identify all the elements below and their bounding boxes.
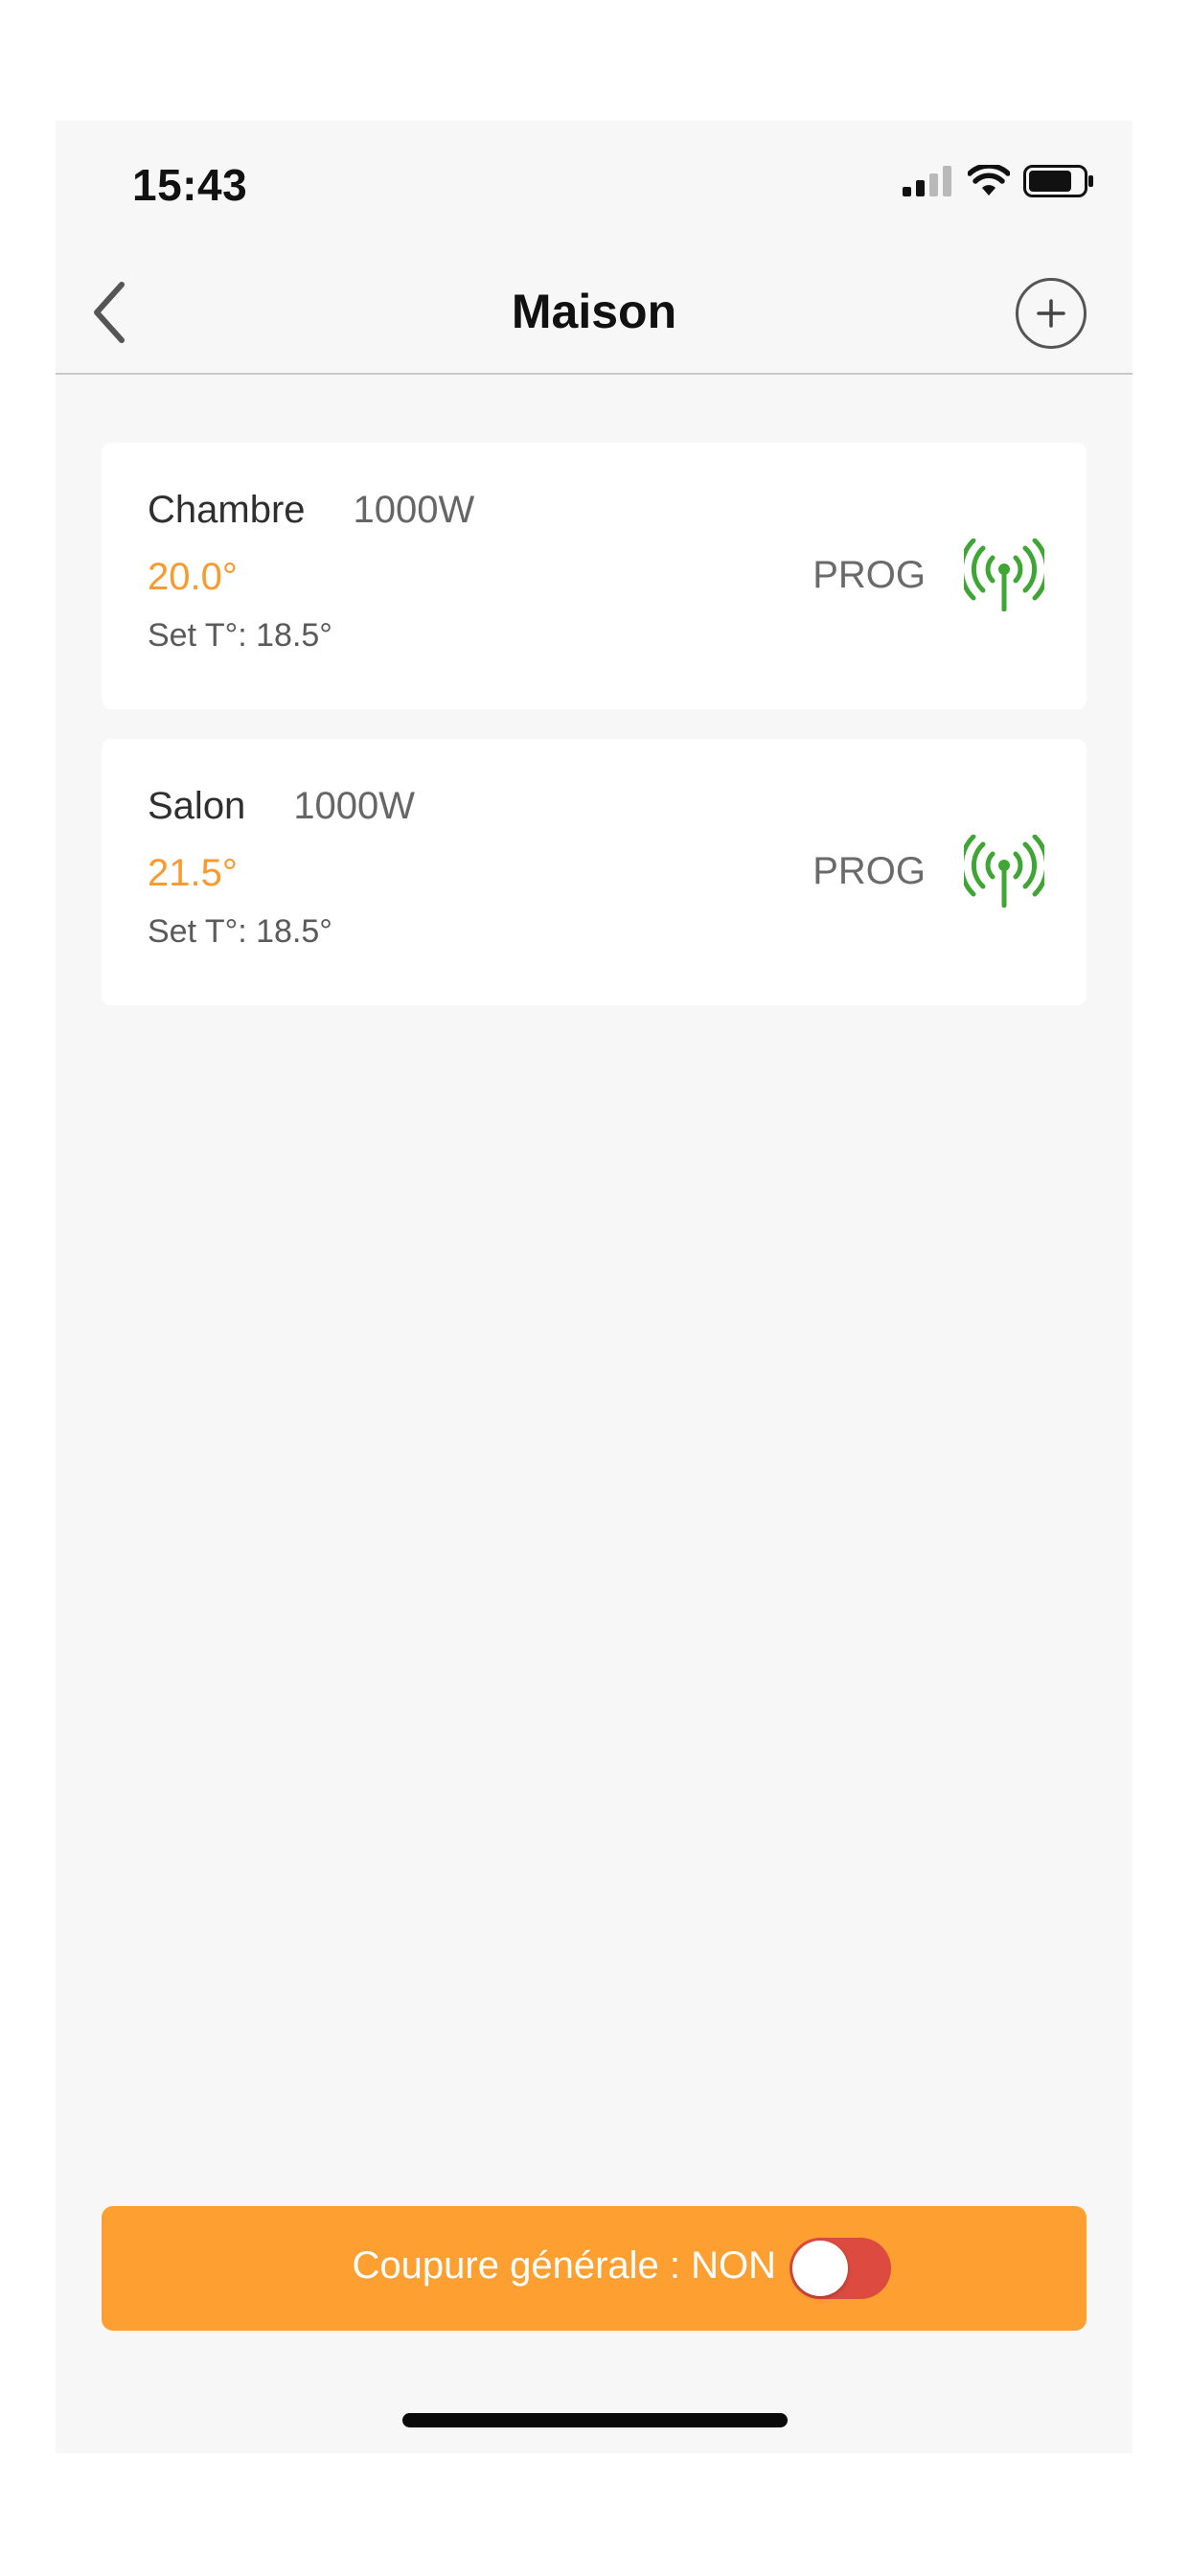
status-icons [903, 165, 1094, 197]
home-indicator[interactable] [402, 2413, 788, 2427]
navigation-bar: Maison [56, 255, 1133, 375]
master-switch-label: Coupure générale : NON [352, 2244, 776, 2287]
room-card-chambre[interactable]: Chambre 1000W 20.0° Set T°: 18.5° PROG [102, 443, 1087, 709]
room-name: Salon [148, 785, 246, 827]
master-switch-toggle[interactable] [790, 2238, 891, 2299]
antenna-signal-icon [964, 835, 1044, 908]
room-temperature: 20.0° [148, 556, 238, 598]
add-button[interactable] [1016, 278, 1087, 349]
cellular-signal-icon [903, 166, 951, 196]
room-set-temperature: Set T°: 18.5° [148, 913, 332, 950]
battery-icon [1023, 165, 1093, 197]
room-power: 1000W [293, 785, 416, 827]
room-power: 1000W [353, 489, 475, 531]
room-card-salon[interactable]: Salon 1000W 21.5° Set T°: 18.5° PROG [102, 739, 1087, 1005]
room-temperature: 21.5° [148, 852, 238, 894]
room-mode: PROG [812, 554, 926, 596]
toggle-knob [792, 2241, 848, 2296]
wifi-icon [968, 165, 1010, 196]
app-screen: 15:43 Maison Chambre 1000W 20.0° Set T°:… [56, 121, 1133, 2453]
room-name: Chambre [148, 489, 306, 531]
master-switch-bar: Coupure générale : NON [102, 2206, 1087, 2331]
room-header: Salon 1000W [148, 785, 415, 828]
antenna-signal-icon [964, 539, 1044, 611]
page-title: Maison [511, 285, 677, 338]
room-set-temperature: Set T°: 18.5° [148, 617, 332, 654]
room-header: Chambre 1000W [148, 489, 474, 532]
plus-circle-icon [1037, 299, 1065, 328]
status-time: 15:43 [132, 160, 248, 210]
room-mode: PROG [812, 850, 926, 892]
status-bar: 15:43 [56, 121, 1133, 255]
